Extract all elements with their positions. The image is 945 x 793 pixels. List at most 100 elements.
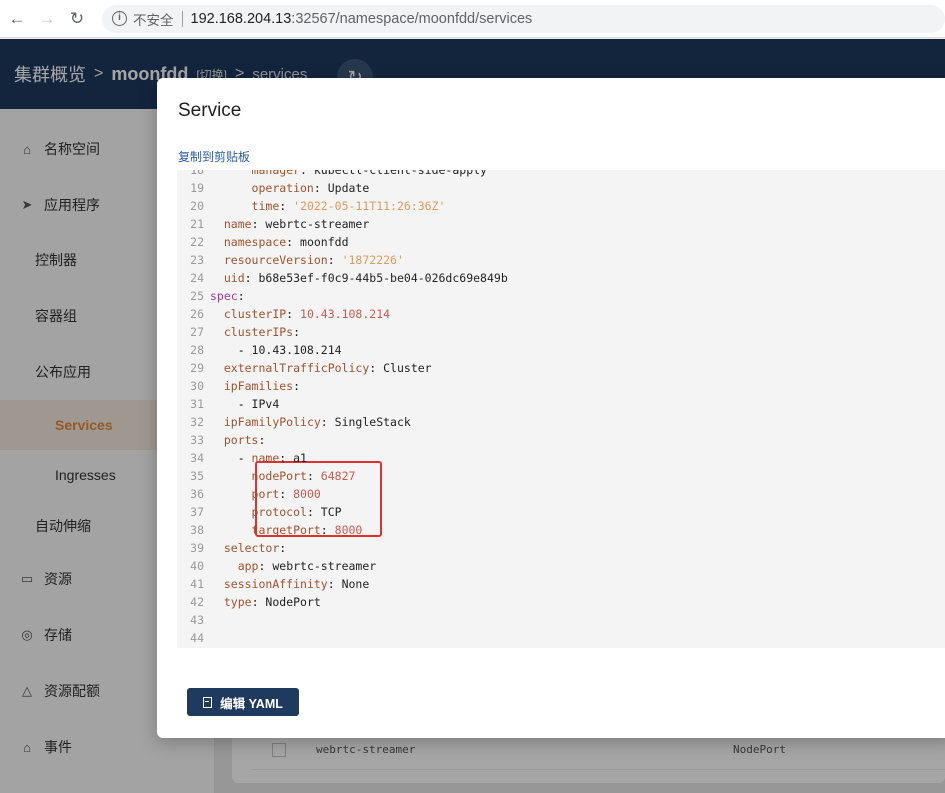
yaml-value: TCP	[320, 505, 342, 519]
line-number: 31	[190, 397, 204, 411]
yaml-key: type	[223, 595, 252, 609]
yaml-colon: :	[320, 415, 335, 429]
code-line: 44	[177, 629, 210, 647]
line-number: 24	[190, 271, 204, 285]
yaml-colon: :	[327, 577, 342, 591]
line-number: 36	[190, 487, 204, 501]
arrow-left-icon: ←	[8, 8, 26, 28]
url-path: :32567/namespace/moonfdd/services	[291, 10, 533, 27]
yaml-key: spec	[210, 289, 238, 303]
code-line: 24 uid: b68e53ef-f0c9-44b5-be04-026dc69e…	[177, 269, 508, 287]
yaml-colon: :	[293, 379, 307, 393]
yaml-colon: :	[279, 199, 294, 213]
code-line: 33 ports:	[177, 431, 272, 449]
indent: -	[210, 451, 252, 465]
yaml-value: webrtc-streamer	[265, 217, 370, 231]
code-line: 34 - name: a1	[177, 449, 307, 467]
yaml-value: 8000	[293, 487, 321, 501]
info-icon[interactable]: i	[112, 11, 127, 26]
yaml-value: 10.43.108.214	[251, 343, 342, 357]
code-line: 39 selector:	[177, 539, 293, 557]
browser-toolbar: ← → ↻ i 不安全 192.168.204.13:32567/namespa…	[0, 0, 945, 38]
yaml-value: 64827	[320, 469, 356, 483]
yaml-value: SingleStack	[334, 415, 411, 429]
code-line: 21 name: webrtc-streamer	[177, 215, 369, 233]
code-line: 23 resourceVersion: '1872226'	[177, 251, 404, 269]
yaml-colon: :	[279, 541, 294, 555]
yaml-key: uid	[223, 271, 245, 285]
code-line: 26 clusterIP: 10.43.108.214	[177, 305, 390, 323]
yaml-colon: :	[279, 487, 294, 501]
yaml-value: Cluster	[383, 361, 432, 375]
line-number: 37	[190, 505, 204, 519]
yaml-value: '1872226'	[341, 253, 404, 267]
code-line: 18 manager: kubectl-client-side-apply	[177, 170, 487, 179]
yaml-value: 10.43.108.214	[300, 307, 391, 321]
dialog-title: Service	[178, 100, 242, 121]
yaml-key: name	[223, 217, 252, 231]
yaml-value: webrtc-streamer	[272, 559, 377, 573]
reload-button[interactable]: ↻	[64, 6, 90, 32]
copy-to-clipboard-link[interactable]: 复制到剪贴板	[178, 148, 250, 165]
yaml-key: externalTrafficPolicy	[223, 361, 370, 375]
yaml-key: namespace	[223, 235, 287, 249]
line-number: 27	[190, 325, 204, 339]
reload-icon: ↻	[69, 8, 85, 28]
yaml-key: operation	[251, 181, 314, 195]
back-button[interactable]: ←	[4, 6, 30, 32]
line-number: 38	[190, 523, 204, 537]
line-number: 40	[190, 559, 204, 573]
forward-button[interactable]: →	[34, 6, 60, 32]
code-line: 37 protocol: TCP	[177, 503, 342, 521]
yaml-value: kubectl-client-side-apply	[313, 170, 487, 177]
yaml-value: NodePort	[265, 595, 321, 609]
url-host: 192.168.204.13	[190, 10, 292, 27]
yaml-value: '2022-05-11T11:26:36Z'	[293, 199, 446, 213]
code-line: 43	[177, 611, 210, 629]
yaml-code-view[interactable]: 18 manager: kubectl-client-side-apply 19 …	[177, 170, 945, 648]
code-line: 41 sessionAffinity: None	[177, 575, 369, 593]
yaml-colon: :	[320, 523, 335, 537]
yaml-colon: :	[258, 433, 273, 447]
code-line: 29 externalTrafficPolicy: Cluster	[177, 359, 432, 377]
yaml-colon: :	[293, 325, 307, 339]
address-bar[interactable]: i 不安全 192.168.204.13:32567/namespace/moo…	[102, 4, 945, 33]
yaml-key: targetPort	[251, 523, 321, 537]
line-number: 23	[190, 253, 204, 267]
yaml-colon: :	[251, 595, 266, 609]
yaml-key: nodePort	[251, 469, 307, 483]
security-label[interactable]: 不安全	[133, 9, 174, 29]
line-number: 25	[190, 289, 204, 303]
line-number: 35	[190, 469, 204, 483]
code-line: 40 app: webrtc-streamer	[177, 557, 376, 575]
yaml-colon: :	[327, 253, 342, 267]
yaml-key: ipFamilies	[223, 379, 294, 393]
code-line: 27 clusterIPs:	[177, 323, 307, 341]
yaml-colon: :	[313, 181, 328, 195]
yaml-value: moonfdd	[300, 235, 349, 249]
yaml-colon: :	[286, 235, 301, 249]
line-number: 30	[190, 379, 204, 393]
code-line: 28 - 10.43.108.214	[177, 341, 342, 359]
line-number: 44	[190, 631, 204, 645]
indent: -	[210, 397, 252, 411]
yaml-key: ipFamilyPolicy	[223, 415, 321, 429]
yaml-key: manager	[251, 170, 301, 177]
code-line: 20 time: '2022-05-11T11:26:36Z'	[177, 197, 445, 215]
yaml-colon: :	[300, 170, 314, 177]
edit-yaml-button[interactable]: 编辑 YAML	[187, 688, 299, 716]
